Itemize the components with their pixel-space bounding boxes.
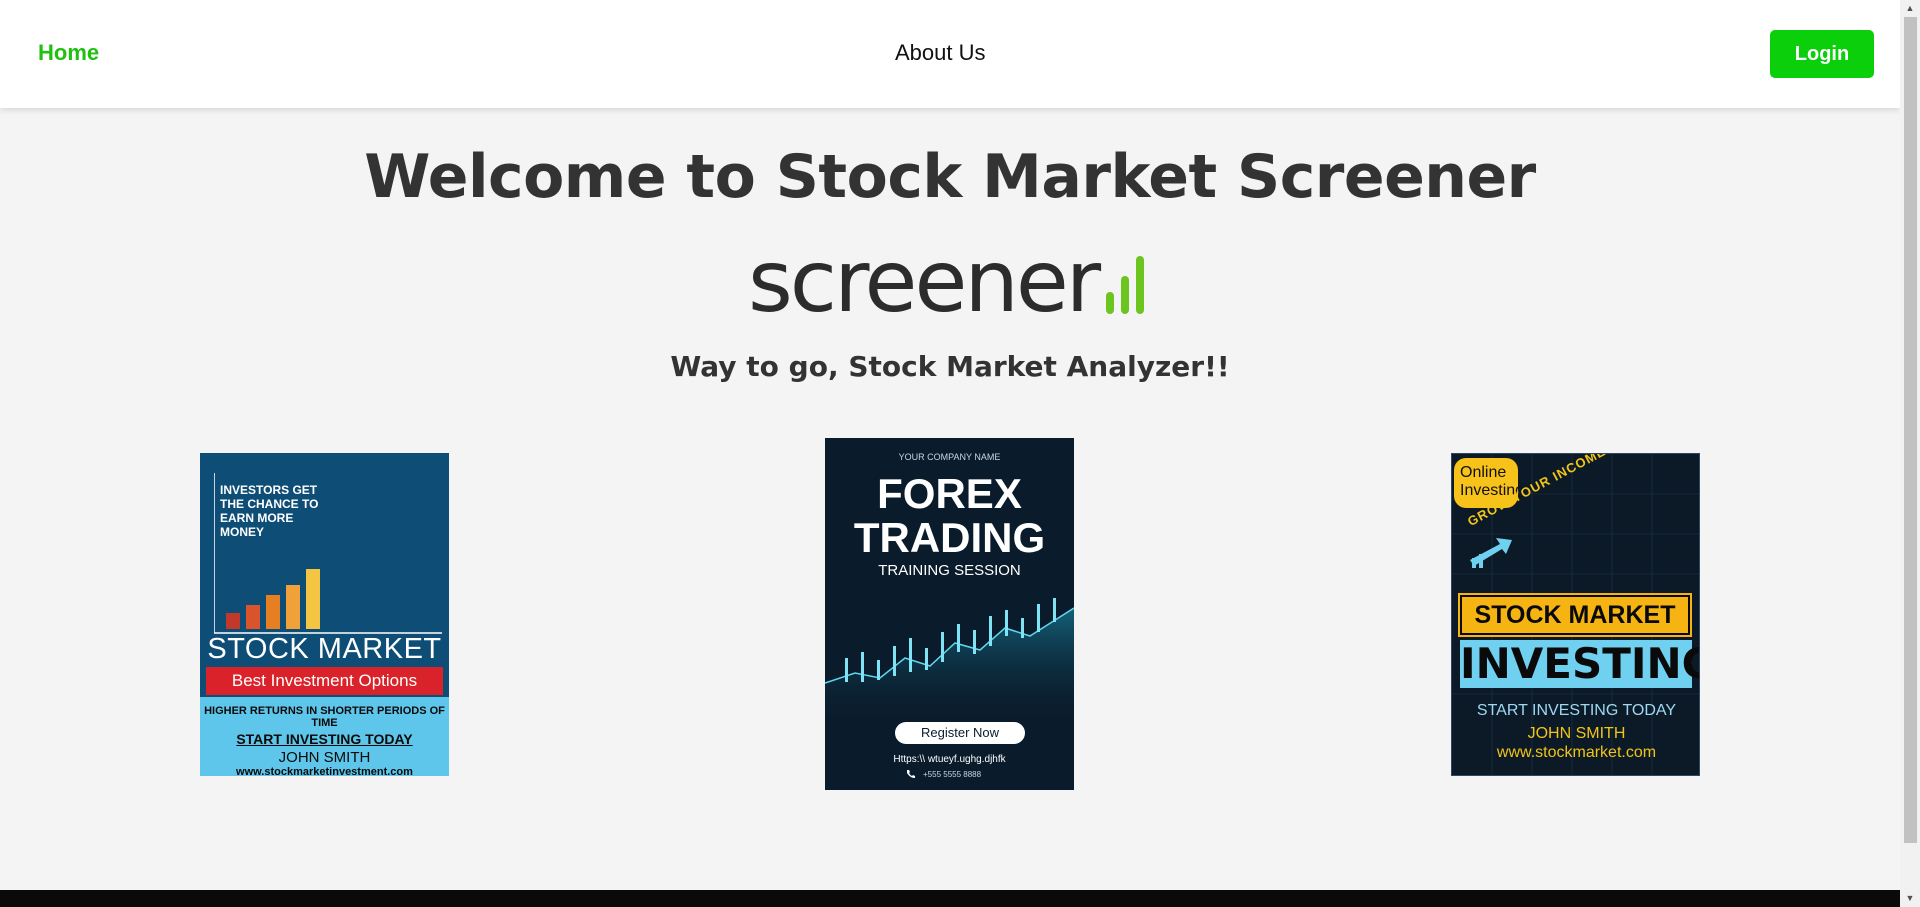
poster-subtitle: INVESTING	[1460, 639, 1700, 688]
poster-banner: Best Investment Options	[206, 667, 443, 695]
candlestick-graphic	[825, 598, 1074, 728]
poster-cta: START INVESTING TODAY	[236, 731, 413, 747]
poster-title: STOCK MARKET	[207, 633, 442, 665]
bar-chart-icon	[1106, 256, 1144, 314]
poster-intro-line: EARN MORE	[220, 511, 294, 525]
poster-url: Https:\\ wtueyf.ughg.djhfk	[893, 754, 1006, 765]
login-button[interactable]: Login	[1770, 30, 1874, 78]
arrow-up-icon	[1470, 538, 1512, 568]
nav-home-link[interactable]: Home	[38, 40, 99, 66]
poster-intro-line: MONEY	[220, 525, 265, 539]
poster-title: STOCK MARKET	[1458, 593, 1692, 637]
poster-footer: HIGHER RETURNS IN SHORTER PERIODS OF TIM…	[200, 697, 449, 776]
scroll-down-icon[interactable]: ▼	[1900, 890, 1920, 907]
nav-about-link[interactable]: About Us	[895, 40, 986, 66]
poster-register-label: Register Now	[895, 722, 1025, 744]
poster-intro-line: THE CHANCE TO	[220, 497, 319, 511]
stock-market-poster: INVESTORS GET THE CHANCE TO EARN MORE MO…	[200, 453, 449, 776]
poster-company-name: YOUR COMPANY NAME	[898, 452, 1001, 462]
scrollbar-thumb[interactable]	[1904, 17, 1917, 843]
forex-trading-poster: YOUR COMPANY NAME FOREX TRADING TRAINING…	[825, 438, 1074, 790]
scroll-up-icon[interactable]: ▲	[1900, 0, 1920, 17]
poster-line: HIGHER RETURNS IN SHORTER PERIODS OF TIM…	[204, 705, 445, 729]
page-title: Welcome to Stock Market Screener	[364, 142, 1536, 212]
poster-name: JOHN SMITH	[1527, 725, 1626, 742]
poster-cta: START INVESTING TODAY	[1476, 702, 1677, 719]
logo-wordmark: screener	[748, 232, 1101, 332]
poster-intro-line: INVESTORS GET	[220, 483, 318, 497]
poster-url: www.stockmarket.com	[1496, 744, 1657, 761]
poster-intro-text: INVESTORS GET THE CHANCE TO EARN MORE MO…	[220, 483, 318, 539]
poster-title: FOREX TRADING	[853, 470, 1046, 561]
screener-logo: screener	[748, 232, 1152, 332]
top-navbar: Home About Us Login	[0, 0, 1900, 108]
page-footer	[0, 890, 1900, 907]
tagline: Way to go, Stock Market Analyzer!!	[670, 350, 1230, 383]
poster-phone: +555 5555 8888	[907, 770, 981, 779]
page-viewport: Home About Us Login Welcome to Stock Mar…	[0, 0, 1900, 907]
poster-name: JOHN SMITH	[278, 749, 371, 766]
poster-subtitle: TRAINING SESSION	[878, 562, 1021, 579]
vertical-scrollbar[interactable]: ▲ ▼	[1900, 0, 1920, 907]
online-investing-poster: Online Investing GROW YOUR INCOME STOCK …	[1451, 453, 1700, 776]
poster-url: www.stockmarketinvestment.com	[236, 766, 413, 776]
poster-phone-number: +555 5555 8888	[923, 770, 982, 779]
